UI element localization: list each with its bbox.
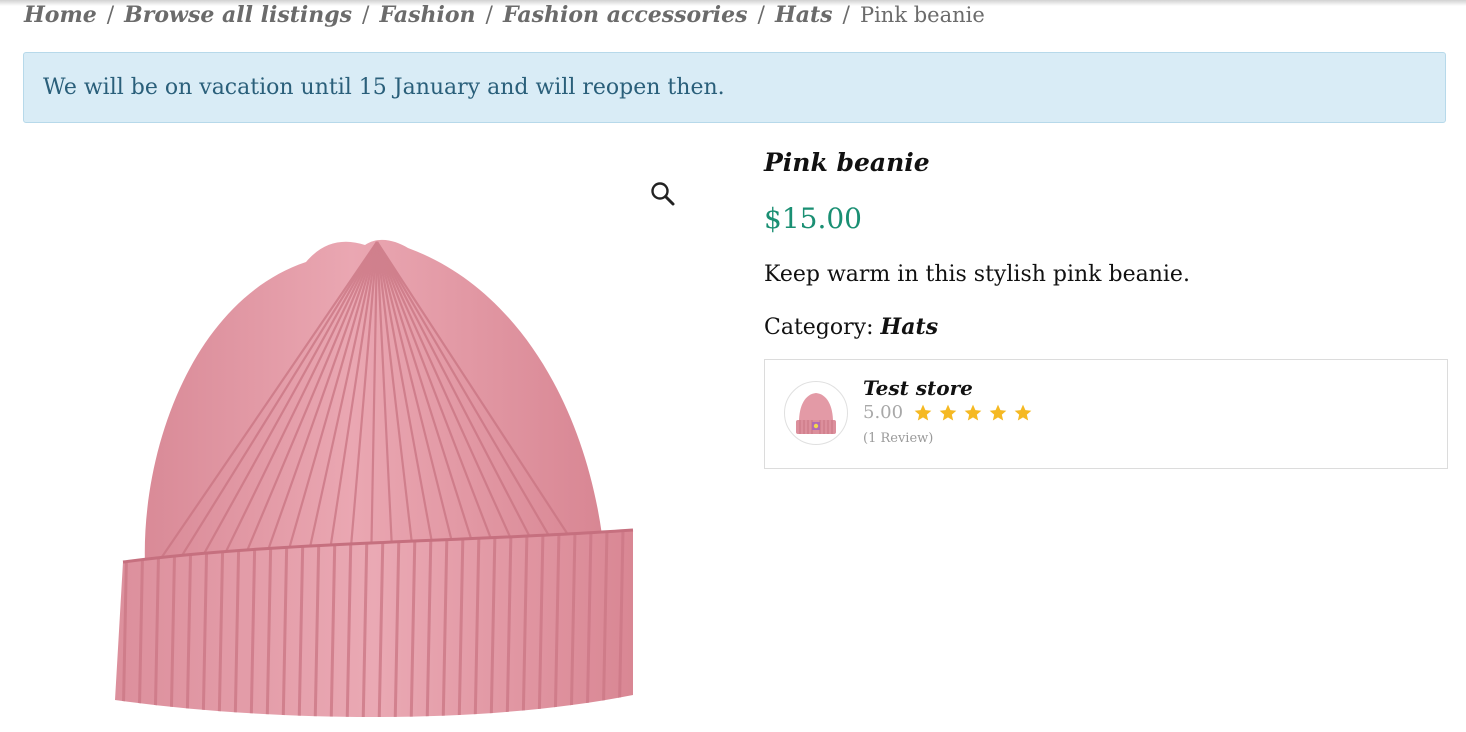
store-notice-text: We will be on vacation until 15 January … <box>43 75 725 100</box>
product-price: $15.00 <box>764 202 862 235</box>
breadcrumb-separator: / <box>485 2 493 28</box>
breadcrumb-fashion[interactable]: Fashion <box>379 2 475 28</box>
breadcrumb-hats[interactable]: Hats <box>775 2 833 28</box>
breadcrumb-fashion-accessories[interactable]: Fashion accessories <box>503 2 748 28</box>
product-category: Category: Hats <box>764 314 938 340</box>
star-icon <box>1014 404 1032 420</box>
product-title: Pink beanie <box>764 148 930 177</box>
star-icon <box>939 404 957 420</box>
product-description: Keep warm in this stylish pink beanie. <box>764 262 1190 287</box>
breadcrumb-browse-all-listings[interactable]: Browse all listings <box>124 2 352 28</box>
star-icon <box>914 404 932 420</box>
category-link-hats[interactable]: Hats <box>881 314 939 340</box>
star-icon <box>964 404 982 420</box>
breadcrumb-separator: / <box>106 2 115 28</box>
breadcrumb-home[interactable]: Home <box>24 2 97 28</box>
product-gallery[interactable] <box>23 150 713 732</box>
breadcrumb-separator: / <box>842 2 850 28</box>
zoom-magnifier-icon[interactable] <box>649 180 677 208</box>
store-name-link[interactable]: Test store <box>863 376 973 400</box>
breadcrumb-current: Pink beanie <box>859 3 985 27</box>
breadcrumb-separator: / <box>757 2 765 28</box>
category-label: Category: <box>764 315 874 340</box>
breadcrumb: Home / Browse all listings / Fashion / F… <box>24 0 985 30</box>
store-rating: 5.00 <box>863 402 1038 423</box>
breadcrumb-separator: / <box>362 2 370 28</box>
store-notice: We will be on vacation until 15 January … <box>23 52 1446 123</box>
product-image[interactable] <box>23 150 713 732</box>
star-icon <box>989 404 1007 420</box>
store-review-count: (1 Review) <box>863 431 934 446</box>
star-rating <box>913 403 1038 423</box>
store-avatar[interactable] <box>784 381 848 445</box>
store-rating-value: 5.00 <box>863 402 904 423</box>
store-card: Test store 5.00 (1 Review) <box>764 359 1448 469</box>
